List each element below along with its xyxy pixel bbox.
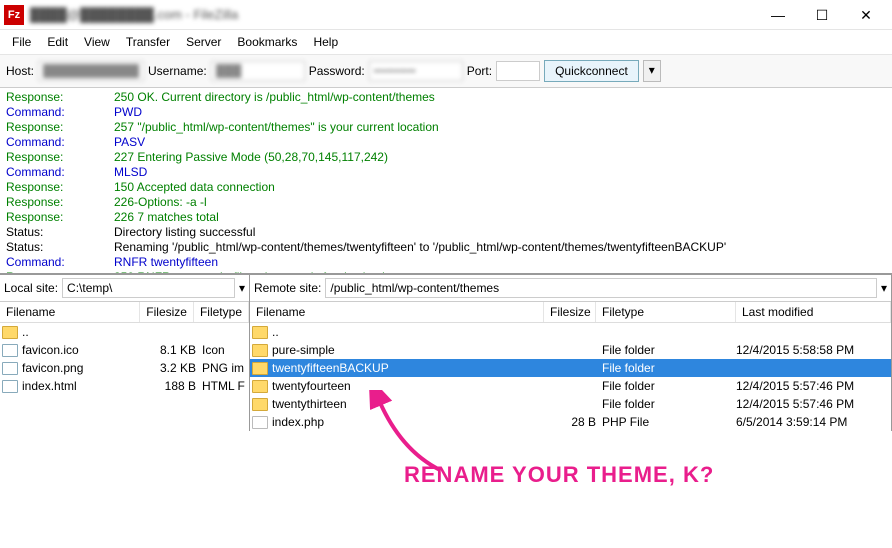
host-input[interactable] xyxy=(38,61,144,81)
log-entry: Response:250 OK. Current directory is /p… xyxy=(6,90,886,105)
local-site-bar: Local site: ▾ xyxy=(0,275,249,302)
log-entry: Response:226 7 matches total xyxy=(6,210,886,225)
remote-pane: Remote site: ▾ Filename Filesize Filetyp… xyxy=(250,275,892,431)
file-icon xyxy=(2,344,18,357)
file-panes: Local site: ▾ Filename Filesize Filetype… xyxy=(0,274,892,431)
log-entry: Status:Renaming '/public_html/wp-content… xyxy=(6,240,886,255)
annotation-text: RENAME YOUR THEME, K? xyxy=(404,462,714,488)
folder-icon xyxy=(252,344,268,357)
log-entry: Command:RNFR twentyfifteen xyxy=(6,255,886,270)
remote-col-filesize[interactable]: Filesize xyxy=(544,302,596,322)
port-label: Port: xyxy=(467,64,492,78)
local-pane: Local site: ▾ Filename Filesize Filetype… xyxy=(0,275,250,431)
window-title: ████@████████.com - FileZilla xyxy=(30,7,756,22)
host-label: Host: xyxy=(6,64,34,78)
app-icon: Fz xyxy=(4,5,24,25)
local-col-filetype[interactable]: Filetype xyxy=(194,302,249,322)
maximize-button[interactable]: ☐ xyxy=(800,1,844,29)
file-icon xyxy=(252,416,268,429)
log-entry: Status:Directory listing successful xyxy=(6,225,886,240)
list-item[interactable]: twentyfifteenBACKUPFile folder xyxy=(250,359,891,377)
local-headers: Filename Filesize Filetype xyxy=(0,302,249,323)
menu-edit[interactable]: Edit xyxy=(39,32,76,52)
remote-file-list[interactable]: ..pure-simpleFile folder12/4/2015 5:58:5… xyxy=(250,323,891,431)
remote-site-bar: Remote site: ▾ xyxy=(250,275,891,302)
list-item[interactable]: .. xyxy=(0,323,249,341)
message-log[interactable]: Response:250 OK. Current directory is /p… xyxy=(0,88,892,274)
list-item[interactable]: index.php28 BPHP File6/5/2014 3:59:14 PM xyxy=(250,413,891,431)
remote-col-filename[interactable]: Filename xyxy=(250,302,544,322)
username-label: Username: xyxy=(148,64,207,78)
local-col-filesize[interactable]: Filesize xyxy=(140,302,194,322)
log-entry: Response:227 Entering Passive Mode (50,2… xyxy=(6,150,886,165)
title-bar: Fz ████@████████.com - FileZilla — ☐ ✕ xyxy=(0,0,892,30)
menu-view[interactable]: View xyxy=(76,32,118,52)
local-path-input[interactable] xyxy=(62,278,235,298)
local-site-label: Local site: xyxy=(4,281,58,295)
file-icon xyxy=(2,362,18,375)
dropdown-icon[interactable]: ▾ xyxy=(881,281,887,295)
folder-icon xyxy=(252,362,268,375)
remote-col-lastmodified[interactable]: Last modified xyxy=(736,302,891,322)
folder-icon xyxy=(252,380,268,393)
menu-bookmarks[interactable]: Bookmarks xyxy=(229,32,305,52)
log-entry: Command:PASV xyxy=(6,135,886,150)
folder-icon xyxy=(2,326,18,339)
log-entry: Response:257 "/public_html/wp-content/th… xyxy=(6,120,886,135)
log-entry: Command:PWD xyxy=(6,105,886,120)
log-entry: Command:MLSD xyxy=(6,165,886,180)
list-item[interactable]: twentythirteenFile folder12/4/2015 5:57:… xyxy=(250,395,891,413)
menu-transfer[interactable]: Transfer xyxy=(118,32,178,52)
menu-bar: File Edit View Transfer Server Bookmarks… xyxy=(0,30,892,55)
remote-col-filetype[interactable]: Filetype xyxy=(596,302,736,322)
dropdown-icon[interactable]: ▾ xyxy=(239,281,245,295)
remote-headers: Filename Filesize Filetype Last modified xyxy=(250,302,891,323)
local-col-filename[interactable]: Filename xyxy=(0,302,140,322)
menu-server[interactable]: Server xyxy=(178,32,229,52)
log-entry: Response:150 Accepted data connection xyxy=(6,180,886,195)
list-item[interactable]: favicon.png3.2 KBPNG im xyxy=(0,359,249,377)
window-controls: — ☐ ✕ xyxy=(756,1,888,29)
port-input[interactable] xyxy=(496,61,540,81)
password-label: Password: xyxy=(309,64,365,78)
password-input[interactable] xyxy=(369,61,463,81)
quickconnect-button[interactable]: Quickconnect xyxy=(544,60,639,82)
list-item[interactable]: favicon.ico8.1 KBIcon xyxy=(0,341,249,359)
quickconnect-bar: Host: Username: Password: Port: Quickcon… xyxy=(0,55,892,88)
log-entry: Response:226-Options: -a -l xyxy=(6,195,886,210)
minimize-button[interactable]: — xyxy=(756,1,800,29)
list-item[interactable]: .. xyxy=(250,323,891,341)
menu-file[interactable]: File xyxy=(4,32,39,52)
folder-icon xyxy=(252,326,268,339)
username-input[interactable] xyxy=(211,61,305,81)
remote-path-input[interactable] xyxy=(325,278,877,298)
file-icon xyxy=(2,380,18,393)
list-item[interactable]: index.html188 BHTML F xyxy=(0,377,249,395)
folder-icon xyxy=(252,398,268,411)
local-file-list[interactable]: ..favicon.ico8.1 KBIconfavicon.png3.2 KB… xyxy=(0,323,249,395)
menu-help[interactable]: Help xyxy=(305,32,346,52)
close-button[interactable]: ✕ xyxy=(844,1,888,29)
list-item[interactable]: pure-simpleFile folder12/4/2015 5:58:58 … xyxy=(250,341,891,359)
list-item[interactable]: twentyfourteenFile folder12/4/2015 5:57:… xyxy=(250,377,891,395)
quickconnect-dropdown[interactable]: ▾ xyxy=(643,60,661,82)
remote-site-label: Remote site: xyxy=(254,281,321,295)
